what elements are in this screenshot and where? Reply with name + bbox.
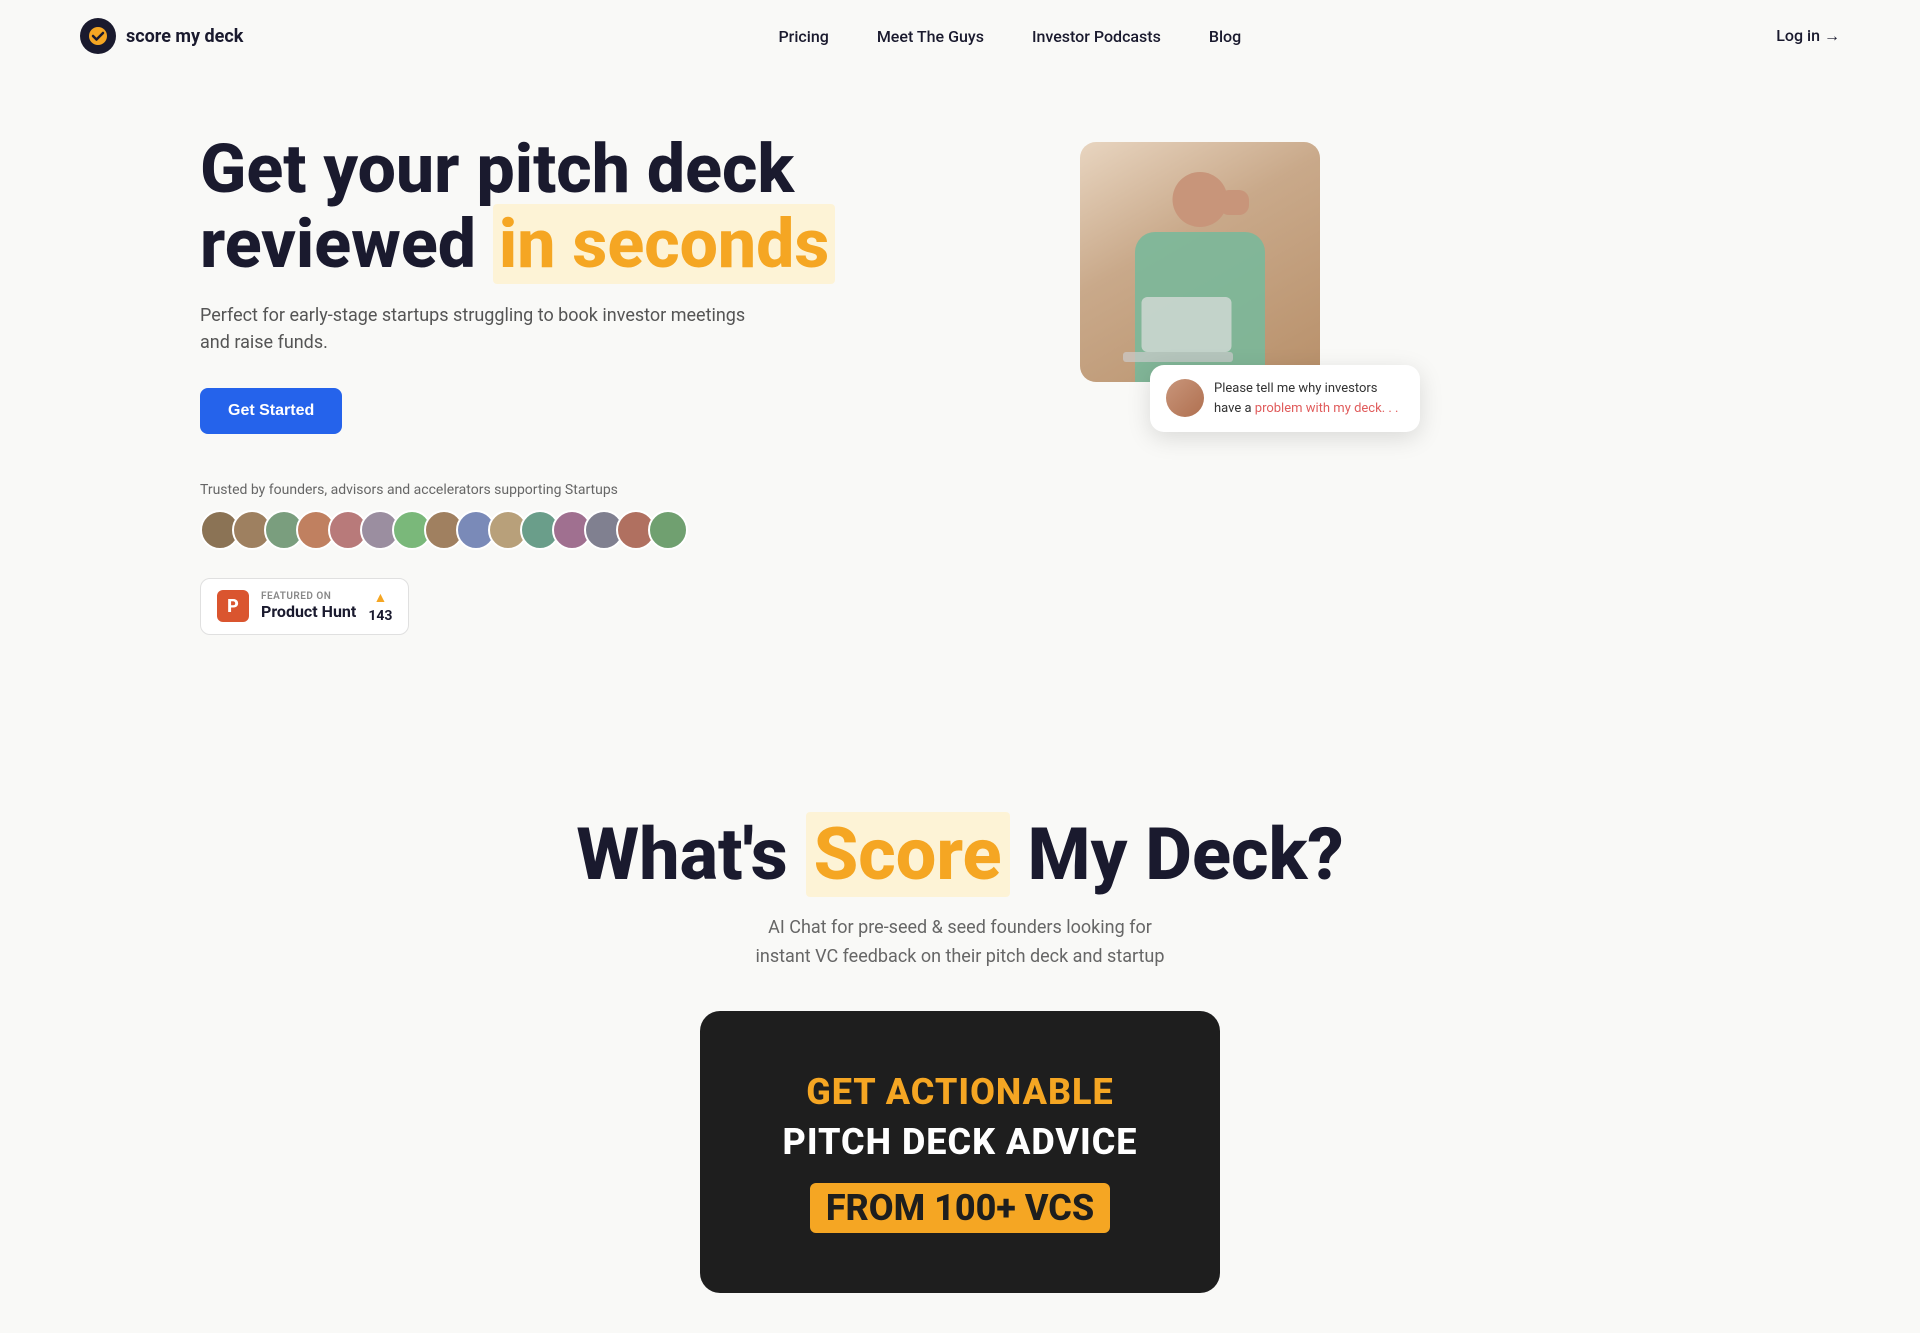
section2-title: What's Score My Deck? xyxy=(200,815,1720,894)
laptop-screen xyxy=(1142,297,1232,352)
dark-card-title: GET ACTIONABLE xyxy=(740,1071,1180,1113)
chat-message: Please tell me why investors have a prob… xyxy=(1214,379,1404,418)
section2-subtitle: AI Chat for pre-seed & seed founders loo… xyxy=(660,914,1260,972)
product-hunt-badge[interactable]: P FEATURED ON Product Hunt ▲ 143 xyxy=(200,578,409,635)
hero-subtitle: Perfect for early-stage startups struggl… xyxy=(200,302,760,356)
section2: What's Score My Deck? AI Chat for pre-se… xyxy=(0,735,1920,1333)
trusted-section: Trusted by founders, advisors and accele… xyxy=(200,482,900,635)
section2-title-plain1: What's xyxy=(576,812,805,897)
section2-title-score: Score xyxy=(806,812,1010,897)
section2-subtitle-line1: AI Chat for pre-seed & seed founders loo… xyxy=(768,917,1152,938)
hero-left: Get your pitch deck reviewed in seconds … xyxy=(200,132,900,635)
laptop-base xyxy=(1123,352,1233,362)
login-button[interactable]: Log in → xyxy=(1776,26,1840,46)
hero-right: Please tell me why investors have a prob… xyxy=(1080,142,1320,382)
dark-card-subtitle: PITCH DECK ADVICE xyxy=(740,1121,1180,1163)
hero-section: Get your pitch deck reviewed in seconds … xyxy=(0,72,1920,675)
chat-text-highlight: problem with my deck. . . xyxy=(1255,401,1399,416)
navbar: score my deck Pricing Meet The Guys Inve… xyxy=(0,0,1920,72)
nav-blog[interactable]: Blog xyxy=(1209,27,1241,46)
hero-title-line1: Get your pitch deck xyxy=(200,129,794,209)
dark-card: GET ACTIONABLE PITCH DECK ADVICE FROM 10… xyxy=(700,1011,1220,1293)
nav-pricing[interactable]: Pricing xyxy=(778,27,828,46)
section2-title-plain2: My Deck? xyxy=(1010,812,1344,897)
hero-title: Get your pitch deck reviewed in seconds xyxy=(200,132,900,282)
product-hunt-logo: P xyxy=(217,590,249,622)
nav-investor-podcasts[interactable]: Investor Podcasts xyxy=(1032,27,1161,46)
ph-arrow-icon: ▲ xyxy=(373,589,387,606)
nav-meet-the-guys[interactable]: Meet The Guys xyxy=(877,27,984,46)
hero-title-line2-plain: reviewed xyxy=(200,204,493,284)
avatar-15 xyxy=(648,510,688,550)
ph-featured-label: FEATURED ON xyxy=(261,591,356,602)
nav-links: Pricing Meet The Guys Investor Podcasts … xyxy=(778,27,1241,46)
chat-bubble: Please tell me why investors have a prob… xyxy=(1150,365,1420,432)
person-hand xyxy=(1219,190,1249,215)
logo-text: score my deck xyxy=(126,26,243,47)
ph-info: FEATURED ON Product Hunt xyxy=(261,591,356,621)
logo[interactable]: score my deck xyxy=(80,18,243,54)
ph-name-label: Product Hunt xyxy=(261,602,356,621)
trusted-text: Trusted by founders, advisors and accele… xyxy=(200,482,900,498)
hero-title-highlight: in seconds xyxy=(493,204,835,284)
avatar-row xyxy=(200,510,900,550)
get-started-button[interactable]: Get Started xyxy=(200,388,342,434)
chat-avatar xyxy=(1166,379,1204,417)
ph-number: 143 xyxy=(368,608,392,624)
dark-card-highlight: FROM 100+ VCs xyxy=(810,1183,1110,1233)
logo-icon xyxy=(80,18,116,54)
hero-image xyxy=(1080,142,1320,382)
ph-count: ▲ 143 xyxy=(368,589,392,624)
section2-subtitle-line2: instant VC feedback on their pitch deck … xyxy=(756,946,1165,967)
